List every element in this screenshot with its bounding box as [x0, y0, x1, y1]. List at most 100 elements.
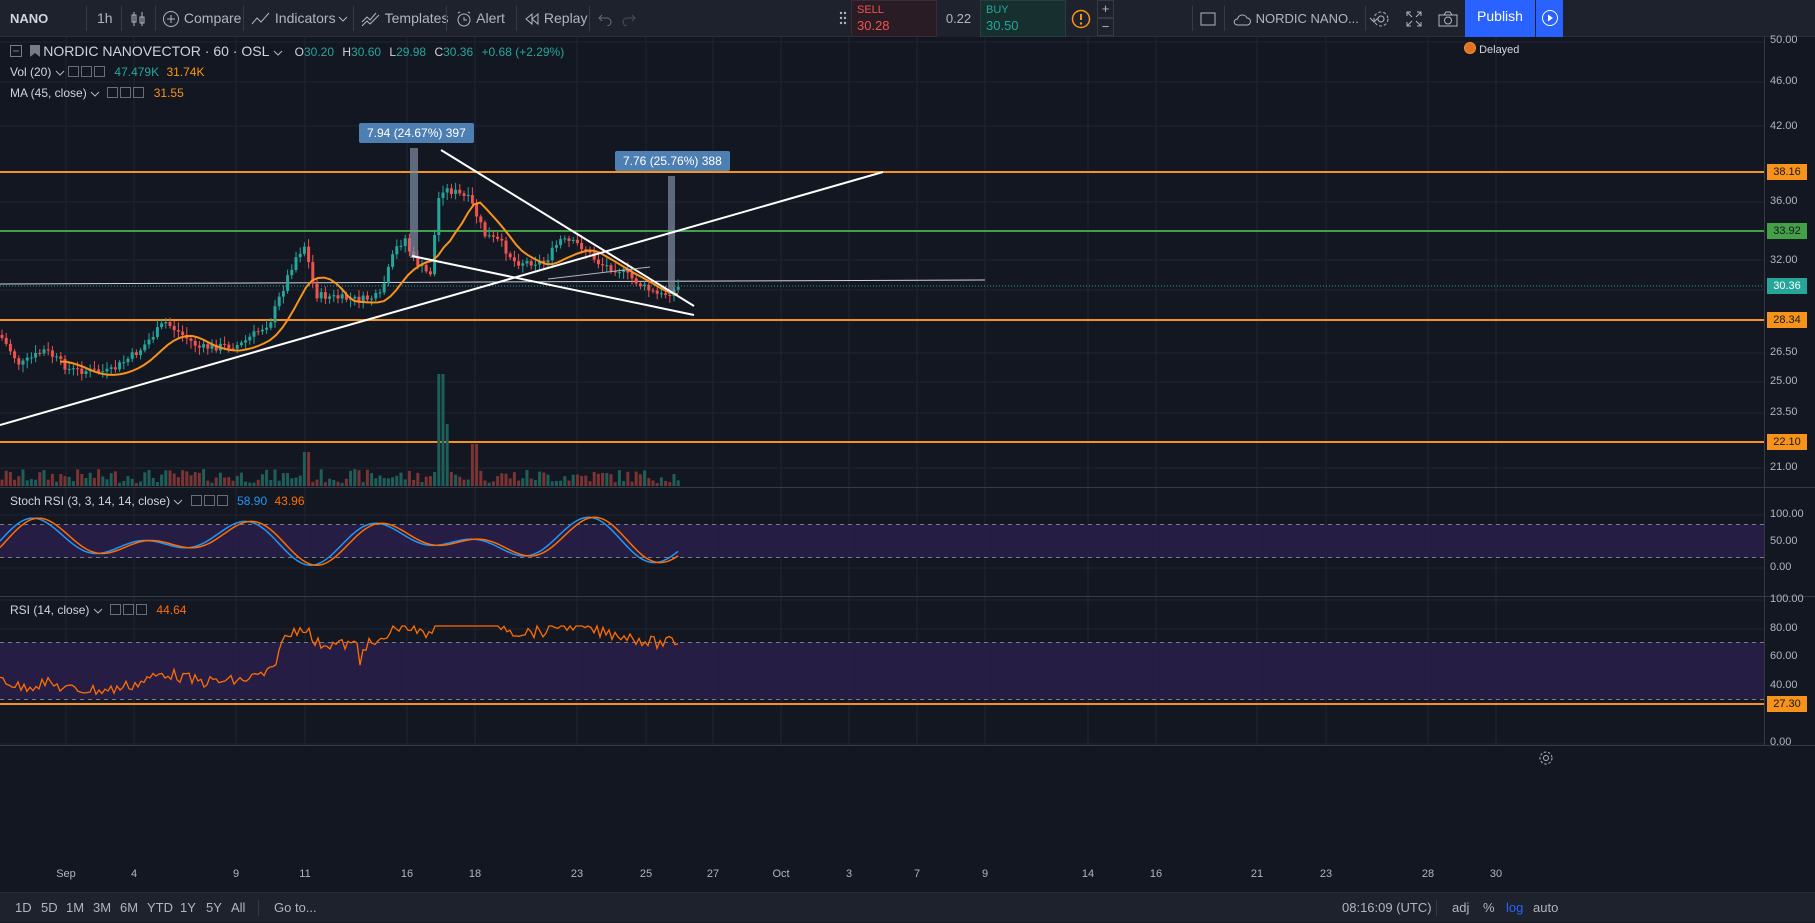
- candle-body: [269, 322, 273, 328]
- volume-bar: [391, 477, 395, 486]
- volume-bar: [88, 472, 92, 486]
- sell-button[interactable]: SELL 30.28: [851, 0, 937, 37]
- eye-icon[interactable]: [68, 66, 80, 77]
- settings-button[interactable]: [1372, 0, 1390, 37]
- range-6m[interactable]: 6M: [120, 893, 138, 923]
- symbol-search[interactable]: NANO: [10, 0, 48, 37]
- redo-button[interactable]: [621, 0, 637, 37]
- replay-button[interactable]: Replay: [524, 0, 587, 37]
- volume-bar: [361, 482, 365, 486]
- candle-body: [323, 292, 327, 299]
- snapshot-button[interactable]: [1438, 0, 1458, 37]
- close-icon[interactable]: [133, 87, 145, 98]
- chevron-down-icon[interactable]: [90, 89, 100, 99]
- close-icon[interactable]: [94, 66, 106, 77]
- chevron-down-icon[interactable]: [93, 606, 103, 616]
- layout-name-button[interactable]: NORDIC NANO...: [1232, 0, 1379, 37]
- rsi-label[interactable]: RSI (14, close): [10, 603, 89, 617]
- range-5d[interactable]: 5D: [41, 893, 58, 923]
- candle-body: [202, 344, 206, 348]
- volume-bar: [290, 478, 294, 486]
- range-1m[interactable]: 1M: [66, 893, 84, 923]
- gear-icon[interactable]: [203, 495, 215, 506]
- quantity-plus-button[interactable]: +: [1097, 0, 1114, 18]
- compare-button[interactable]: Compare: [162, 0, 241, 37]
- percent-toggle[interactable]: %: [1483, 893, 1495, 923]
- templates-label: Templates: [384, 10, 449, 26]
- volume-bar: [328, 478, 332, 486]
- candle-body: [298, 253, 302, 258]
- volume-bar: [269, 480, 273, 486]
- chart-settings-button[interactable]: [1538, 750, 1554, 771]
- measure-box-2[interactable]: [668, 176, 675, 294]
- candle-body: [462, 193, 466, 196]
- alert-button[interactable]: Alert: [455, 0, 505, 37]
- templates-icon: [361, 12, 380, 27]
- publish-menu-button[interactable]: [1536, 0, 1563, 37]
- select-layout-button[interactable]: [1200, 0, 1216, 37]
- eye-icon[interactable]: [190, 495, 202, 506]
- chevron-down-icon[interactable]: [173, 497, 183, 507]
- log-toggle[interactable]: log: [1506, 893, 1523, 923]
- toolbar-separator: [1224, 6, 1225, 31]
- chevron-down-icon[interactable]: [55, 68, 65, 78]
- volume-bar: [239, 472, 243, 486]
- close-icon[interactable]: [136, 604, 148, 615]
- series-title[interactable]: NORDIC NANOVECTOR · 60 · OSL: [43, 43, 269, 59]
- range-1d[interactable]: 1D: [15, 893, 32, 923]
- trade-panel-drag-handle[interactable]: [836, 0, 850, 37]
- gear-icon[interactable]: [123, 604, 135, 615]
- undo-button[interactable]: [597, 0, 613, 37]
- interval-button[interactable]: 1h: [97, 0, 113, 37]
- delayed-indicator[interactable]: Delayed: [1464, 42, 1519, 56]
- volume-bar: [260, 474, 264, 486]
- redo-icon: [622, 14, 636, 27]
- chevron-down-icon[interactable]: [273, 48, 283, 58]
- candle-body: [34, 353, 38, 358]
- range-1y[interactable]: 1Y: [180, 893, 196, 923]
- range-3m[interactable]: 3M: [93, 893, 111, 923]
- auto-toggle[interactable]: auto: [1533, 893, 1558, 923]
- toolbar-separator: [155, 6, 156, 31]
- quantity-minus-button[interactable]: −: [1097, 18, 1114, 36]
- range-ytd[interactable]: YTD: [147, 893, 173, 923]
- candle-body: [286, 275, 290, 292]
- templates-button[interactable]: Templates: [361, 0, 448, 37]
- adj-toggle[interactable]: adj: [1452, 893, 1469, 923]
- chart-style-button[interactable]: [129, 0, 147, 37]
- volume-legend: Vol (20) 47.479K 31.74K: [10, 65, 205, 79]
- volume-bar: [8, 472, 12, 486]
- candle-body: [256, 331, 260, 333]
- range-all[interactable]: All: [231, 893, 245, 923]
- publish-button[interactable]: Publish: [1465, 0, 1535, 37]
- volume-bar: [34, 479, 38, 486]
- collapse-icon[interactable]: [10, 45, 22, 57]
- volume-bar: [365, 469, 369, 486]
- indicators-dropdown[interactable]: [338, 0, 348, 37]
- volume-bar: [298, 475, 302, 486]
- volume-label[interactable]: Vol (20): [10, 65, 51, 79]
- fullscreen-icon: [1406, 11, 1422, 27]
- fullscreen-button[interactable]: [1406, 0, 1422, 37]
- clock-time[interactable]: 08:16:09 (UTC): [1342, 893, 1432, 923]
- indicators-button[interactable]: Indicators: [251, 0, 336, 37]
- toolbar-separator: [1365, 6, 1366, 31]
- eye-icon[interactable]: [110, 604, 122, 615]
- gear-icon[interactable]: [81, 66, 93, 77]
- close-icon[interactable]: [216, 495, 228, 506]
- candle-body: [374, 292, 378, 299]
- range-5y[interactable]: 5Y: [206, 893, 222, 923]
- candle-body: [172, 325, 176, 331]
- buy-button[interactable]: BUY 30.50: [980, 0, 1066, 37]
- goto-button[interactable]: Go to...: [274, 893, 317, 923]
- trade-info-button[interactable]: [1068, 0, 1094, 37]
- stoch-label[interactable]: Stoch RSI (3, 3, 14, 14, close): [10, 494, 170, 508]
- eye-icon[interactable]: [107, 87, 119, 98]
- gear-icon[interactable]: [120, 87, 132, 98]
- volume-bar: [277, 480, 281, 486]
- alert-label: Alert: [476, 10, 505, 26]
- candle-body: [512, 257, 516, 262]
- ma-label[interactable]: MA (45, close): [10, 86, 87, 100]
- candle-body: [588, 251, 592, 253]
- measure-box-1[interactable]: [410, 148, 418, 258]
